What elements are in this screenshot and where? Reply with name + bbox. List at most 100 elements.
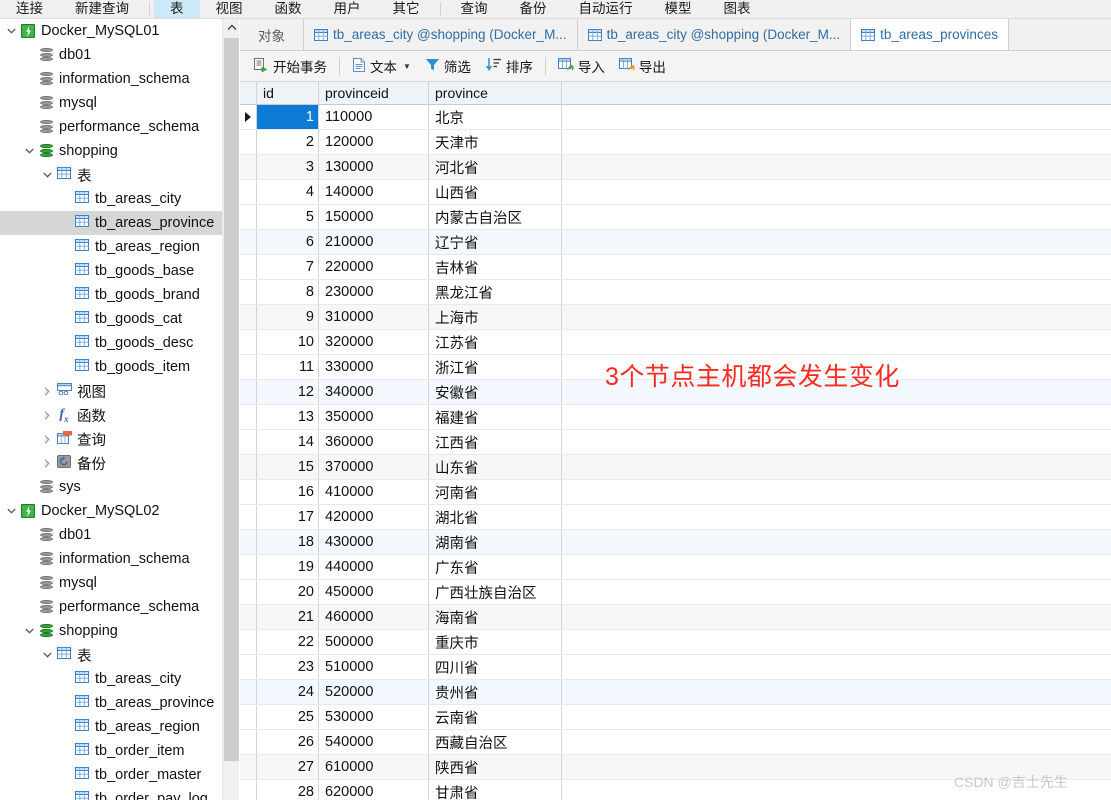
- table-row[interactable]: 5 150000 内蒙古自治区: [240, 205, 1111, 230]
- cell-provinceid[interactable]: 450000: [319, 580, 429, 604]
- row-gutter[interactable]: [240, 255, 257, 279]
- cell-province[interactable]: 广东省: [429, 555, 562, 579]
- table-row[interactable]: 24 520000 贵州省: [240, 680, 1111, 705]
- table-row[interactable]: 13 350000 福建省: [240, 405, 1111, 430]
- row-gutter[interactable]: [240, 130, 257, 154]
- tree-item-tb_areas_region[interactable]: tb_areas_region: [0, 715, 222, 739]
- tab-tb-areas-provinces[interactable]: tb_areas_provinces: [851, 19, 1009, 50]
- table-row[interactable]: 1 110000 北京: [240, 105, 1111, 130]
- cell-id[interactable]: 17: [257, 505, 319, 529]
- cell-province[interactable]: 贵州省: [429, 680, 562, 704]
- cell-provinceid[interactable]: 150000: [319, 205, 429, 229]
- tree-item-tb_order_item[interactable]: tb_order_item: [0, 739, 222, 763]
- row-gutter[interactable]: [240, 605, 257, 629]
- tree-item-tb_areas_city[interactable]: tb_areas_city: [0, 187, 222, 211]
- cell-id[interactable]: 27: [257, 755, 319, 779]
- cell-provinceid[interactable]: 500000: [319, 630, 429, 654]
- cell-id[interactable]: 6: [257, 230, 319, 254]
- table-row[interactable]: 15 370000 山东省: [240, 455, 1111, 480]
- cell-provinceid[interactable]: 130000: [319, 155, 429, 179]
- row-gutter[interactable]: [240, 330, 257, 354]
- table-row[interactable]: 6 210000 辽宁省: [240, 230, 1111, 255]
- table-row[interactable]: 21 460000 海南省: [240, 605, 1111, 630]
- row-gutter[interactable]: [240, 680, 257, 704]
- cell-province[interactable]: 黑龙江省: [429, 280, 562, 304]
- cell-provinceid[interactable]: 540000: [319, 730, 429, 754]
- export-button[interactable]: 导出: [612, 54, 673, 78]
- column-header-province[interactable]: province: [429, 82, 562, 104]
- row-gutter[interactable]: [240, 205, 257, 229]
- row-gutter[interactable]: [240, 405, 257, 429]
- cell-provinceid[interactable]: 120000: [319, 130, 429, 154]
- cell-id[interactable]: 22: [257, 630, 319, 654]
- row-gutter[interactable]: [240, 305, 257, 329]
- chevron-right-icon[interactable]: [40, 386, 54, 396]
- cell-provinceid[interactable]: 510000: [319, 655, 429, 679]
- table-row[interactable]: 7 220000 吉林省: [240, 255, 1111, 280]
- cell-province[interactable]: 河南省: [429, 480, 562, 504]
- row-gutter[interactable]: [240, 755, 257, 779]
- row-gutter[interactable]: [240, 355, 257, 379]
- cell-provinceid[interactable]: 140000: [319, 180, 429, 204]
- menu-item-chart[interactable]: 图表: [708, 0, 767, 18]
- tree-item-db01[interactable]: db01: [0, 523, 222, 547]
- cell-province[interactable]: 陕西省: [429, 755, 562, 779]
- tree-item-shopping[interactable]: shopping: [0, 619, 222, 643]
- tree-item-mysql[interactable]: mysql: [0, 571, 222, 595]
- begin-transaction-button[interactable]: 开始事务: [246, 54, 334, 78]
- cell-province[interactable]: 吉林省: [429, 255, 562, 279]
- row-gutter[interactable]: [240, 455, 257, 479]
- tree-item-information_schema[interactable]: information_schema: [0, 67, 222, 91]
- tree-item--[interactable]: 表: [0, 643, 222, 667]
- cell-id[interactable]: 5: [257, 205, 319, 229]
- cell-id[interactable]: 28: [257, 780, 319, 800]
- row-gutter[interactable]: [240, 555, 257, 579]
- row-gutter[interactable]: [240, 105, 257, 129]
- table-row[interactable]: 8 230000 黑龙江省: [240, 280, 1111, 305]
- cell-provinceid[interactable]: 210000: [319, 230, 429, 254]
- cell-provinceid[interactable]: 520000: [319, 680, 429, 704]
- cell-province[interactable]: 江西省: [429, 430, 562, 454]
- cell-province[interactable]: 山东省: [429, 455, 562, 479]
- cell-provinceid[interactable]: 320000: [319, 330, 429, 354]
- tree-item-tb_goods_base[interactable]: tb_goods_base: [0, 259, 222, 283]
- table-row[interactable]: 19 440000 广东省: [240, 555, 1111, 580]
- table-row[interactable]: 4 140000 山西省: [240, 180, 1111, 205]
- cell-province[interactable]: 湖南省: [429, 530, 562, 554]
- sort-button[interactable]: 排序: [478, 54, 540, 78]
- data-grid[interactable]: id provinceid province 1 110000 北京 2 120000 天…: [240, 82, 1111, 800]
- table-row[interactable]: 22 500000 重庆市: [240, 630, 1111, 655]
- tree-item-docker_mysql01[interactable]: Docker_MySQL01: [0, 19, 222, 43]
- cell-provinceid[interactable]: 410000: [319, 480, 429, 504]
- grid-body[interactable]: 1 110000 北京 2 120000 天津市 3 130000 河北省 4 140000 山西省 5…: [240, 105, 1111, 800]
- menu-item-table[interactable]: 表: [154, 0, 200, 18]
- menu-item-new-query[interactable]: 新建查询: [59, 0, 145, 18]
- cell-id[interactable]: 23: [257, 655, 319, 679]
- chevron-right-icon[interactable]: [40, 434, 54, 444]
- cell-id[interactable]: 7: [257, 255, 319, 279]
- tree-item--[interactable]: fx 函数: [0, 403, 222, 427]
- cell-id[interactable]: 18: [257, 530, 319, 554]
- cell-provinceid[interactable]: 230000: [319, 280, 429, 304]
- cell-id[interactable]: 16: [257, 480, 319, 504]
- cell-id[interactable]: 2: [257, 130, 319, 154]
- cell-provinceid[interactable]: 610000: [319, 755, 429, 779]
- cell-provinceid[interactable]: 430000: [319, 530, 429, 554]
- tree-item-docker_mysql02[interactable]: Docker_MySQL02: [0, 499, 222, 523]
- cell-id[interactable]: 8: [257, 280, 319, 304]
- row-gutter[interactable]: [240, 780, 257, 800]
- cell-province[interactable]: 云南省: [429, 705, 562, 729]
- tree-item-tb_areas_region[interactable]: tb_areas_region: [0, 235, 222, 259]
- chevron-down-icon[interactable]: [22, 628, 36, 634]
- row-gutter[interactable]: [240, 655, 257, 679]
- chevron-right-icon[interactable]: [40, 458, 54, 468]
- tree-item-tb_areas_province[interactable]: tb_areas_province: [0, 211, 222, 235]
- cell-province[interactable]: 重庆市: [429, 630, 562, 654]
- tree-item-db01[interactable]: db01: [0, 43, 222, 67]
- cell-province[interactable]: 内蒙古自治区: [429, 205, 562, 229]
- row-gutter[interactable]: [240, 630, 257, 654]
- menu-item-view[interactable]: 视图: [200, 0, 259, 18]
- cell-province[interactable]: 辽宁省: [429, 230, 562, 254]
- cell-province[interactable]: 西藏自治区: [429, 730, 562, 754]
- cell-id[interactable]: 10: [257, 330, 319, 354]
